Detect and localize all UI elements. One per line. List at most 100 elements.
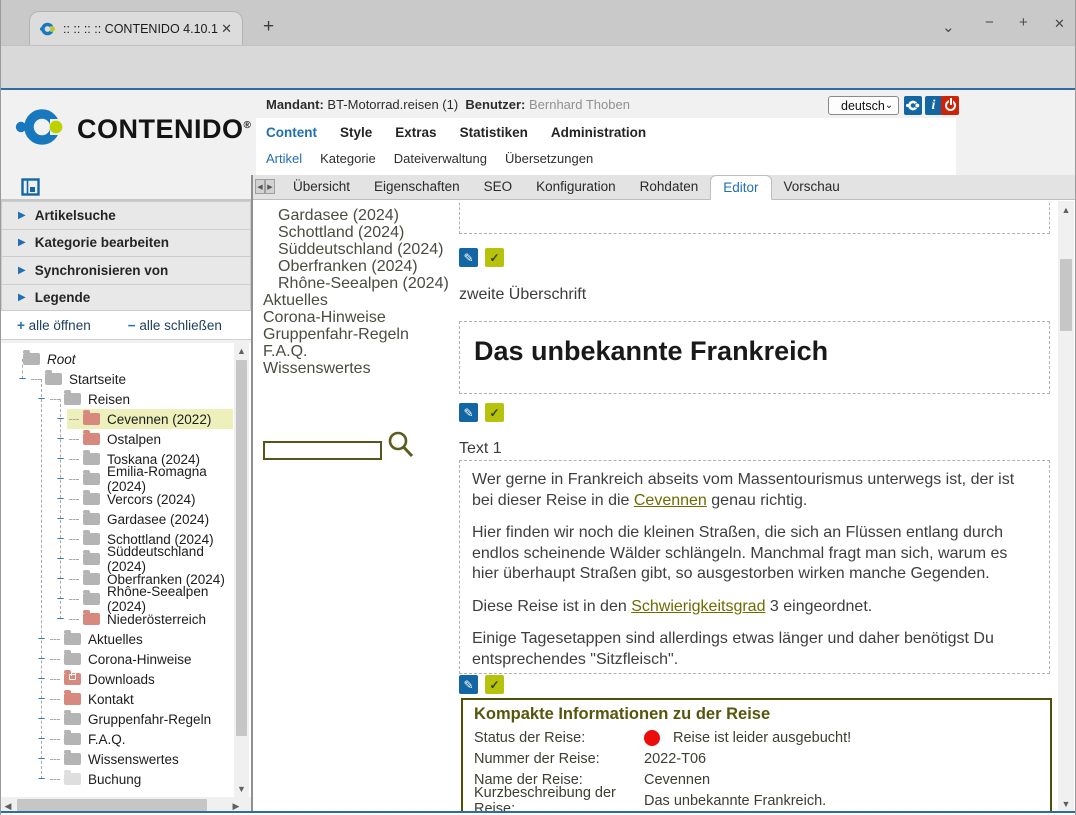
tree-node-label[interactable]: Gruppenfahr-Regeln: [88, 712, 211, 727]
editor-vertical-scrollbar[interactable]: ▲ ▼: [1058, 201, 1074, 813]
page-menu-item[interactable]: F.A.Q.: [263, 343, 453, 360]
page-menu-item[interactable]: Oberfranken (2024): [263, 258, 453, 275]
tree-expander-icon[interactable]: −: [54, 531, 67, 546]
tree-expander-icon[interactable]: −: [54, 451, 67, 466]
sidebar-accordion-item[interactable]: ▶Legende: [1, 284, 251, 312]
sidebar-accordion-item[interactable]: ▶Artikelsuche: [1, 201, 251, 229]
tree-node-label[interactable]: Startseite: [69, 372, 126, 387]
tree-node[interactable]: Reisen: [48, 389, 233, 409]
logout-power-button[interactable]: [941, 96, 959, 115]
tree-expander-icon[interactable]: −: [54, 511, 67, 526]
subnav-item-artikel[interactable]: Artikel: [266, 151, 302, 166]
tree-node-label[interactable]: Wissenswertes: [88, 752, 179, 767]
tree-row[interactable]: −Vercors (2024): [1, 489, 251, 509]
tree-row[interactable]: −Downloads: [1, 669, 251, 689]
tree-node[interactable]: Cevennen (2022): [67, 409, 233, 429]
tree-node-label[interactable]: Ostalpen: [107, 432, 161, 447]
window-close-icon[interactable]: ✕: [1054, 16, 1065, 32]
edit-pencil-button[interactable]: ✎: [459, 675, 478, 694]
tree-row[interactable]: −Buchung: [1, 769, 251, 789]
tab-übersicht[interactable]: Übersicht: [281, 175, 362, 199]
tree-node-label[interactable]: F.A.Q.: [88, 732, 126, 747]
tree-node[interactable]: Downloads: [48, 669, 233, 689]
tree-expander-icon[interactable]: −: [35, 651, 48, 666]
tab-rohdaten[interactable]: Rohdaten: [628, 175, 711, 199]
tree-row[interactable]: −Ostalpen: [1, 429, 251, 449]
save-check-button[interactable]: ✓: [485, 248, 504, 267]
page-menu-item[interactable]: Schottland (2024): [263, 224, 453, 241]
page-menu-item[interactable]: Gardasee (2024): [263, 207, 453, 224]
scrollbar-thumb[interactable]: [1060, 259, 1072, 331]
page-menu-item[interactable]: Rhône-Seealpen (2024): [263, 275, 453, 292]
tree-expander-icon[interactable]: −: [35, 751, 48, 766]
tree-row[interactable]: − Gruppenfahr-Regeln: [1, 709, 251, 729]
tree-node-label[interactable]: Cevennen (2022): [107, 412, 211, 427]
window-maximize-icon[interactable]: +: [1019, 14, 1028, 31]
tree-node[interactable]: Gardasee (2024): [67, 509, 233, 529]
collapse-left-icon[interactable]: ◀: [255, 179, 265, 194]
scroll-up-icon[interactable]: ▲: [234, 346, 249, 356]
nav-item-style[interactable]: Style: [340, 125, 372, 140]
window-minimize-icon[interactable]: −: [985, 14, 994, 31]
tree-row[interactable]: −Aktuelles: [1, 629, 251, 649]
tab-vorschau[interactable]: Vorschau: [772, 175, 852, 199]
inline-link[interactable]: Cevennen: [634, 492, 707, 509]
edit-pencil-button[interactable]: ✎: [459, 403, 478, 422]
page-search-input[interactable]: [263, 441, 382, 460]
new-tab-button[interactable]: +: [263, 16, 274, 38]
tree-node[interactable]: Rhône-Seealpen (2024): [67, 589, 233, 609]
tree-row[interactable]: −Süddeutschland (2024): [1, 549, 251, 569]
tree-expander-icon[interactable]: −: [54, 571, 67, 586]
tab-eigenschaften[interactable]: Eigenschaften: [362, 175, 472, 199]
tree-node[interactable]: Gruppenfahr-Regeln: [48, 709, 233, 729]
tree-node[interactable]: Vercors (2024): [67, 489, 233, 509]
tree-expander-icon[interactable]: −: [54, 611, 67, 626]
browser-tab[interactable]: :: :: :: :: CONTENIDO 4.10.1 https ✕: [29, 11, 243, 45]
nav-item-statistiken[interactable]: Statistiken: [460, 125, 528, 140]
tree-row[interactable]: −Rhône-Seealpen (2024): [1, 589, 251, 609]
tab-seo[interactable]: SEO: [472, 175, 525, 199]
tree-node[interactable]: Corona-Hinweise: [48, 649, 233, 669]
tree-node[interactable]: Emilia-Romagna (2024): [67, 469, 233, 489]
page-menu-item[interactable]: Süddeutschland (2024): [263, 241, 453, 258]
language-select[interactable]: deutsch ⌄: [828, 96, 899, 115]
content-slot-text[interactable]: Wer gerne in Frankreich abseits vom Mass…: [459, 460, 1050, 674]
tree-node[interactable]: Süddeutschland (2024): [67, 549, 233, 569]
tree-node[interactable]: Root: [19, 349, 233, 369]
tab-konfiguration[interactable]: Konfiguration: [524, 175, 628, 199]
tree-node-label[interactable]: Downloads: [88, 672, 155, 687]
tree-row[interactable]: −Startseite: [1, 369, 251, 389]
content-slot-empty[interactable]: [459, 201, 1050, 234]
tree-expander-icon[interactable]: −: [35, 711, 48, 726]
scroll-down-icon[interactable]: ▼: [234, 784, 249, 794]
tree-row[interactable]: −Cevennen (2022): [1, 409, 251, 429]
scroll-down-icon[interactable]: ▼: [1058, 799, 1074, 809]
tree-row[interactable]: −Emilia-Romagna (2024): [1, 469, 251, 489]
tree-node-label[interactable]: Niederösterreich: [107, 612, 206, 627]
tree-node-label[interactable]: Corona-Hinweise: [88, 652, 192, 667]
inline-link[interactable]: Schwierigkeitsgrad: [631, 598, 765, 615]
page-menu-item[interactable]: Corona-Hinweise: [263, 309, 453, 326]
tree-node[interactable]: Ostalpen: [67, 429, 233, 449]
nav-item-extras[interactable]: Extras: [395, 125, 436, 140]
tree-node[interactable]: Kontakt: [48, 689, 233, 709]
frame-layout-icon[interactable]: [21, 178, 40, 196]
tree-node[interactable]: Niederösterreich: [67, 609, 233, 629]
collapse-right-icon[interactable]: ▶: [265, 179, 275, 194]
tree-expander-icon[interactable]: −: [54, 471, 67, 486]
info-button[interactable]: i: [925, 96, 943, 115]
contenido-info-button[interactable]: [904, 96, 922, 115]
tree-expander-icon[interactable]: −: [35, 691, 48, 706]
tree-vertical-scrollbar[interactable]: ▲ ▼: [234, 343, 249, 797]
tree-row[interactable]: − Kontakt: [1, 689, 251, 709]
tree-node[interactable]: Wissenswertes: [48, 749, 233, 769]
tree-node-label[interactable]: Vercors (2024): [107, 492, 196, 507]
subnav-item-kategorie[interactable]: Kategorie: [320, 151, 376, 166]
tree-node-label[interactable]: Gardasee (2024): [107, 512, 209, 527]
subnav-item-dateiverwaltung[interactable]: Dateiverwaltung: [394, 151, 487, 166]
tree-node-label[interactable]: Kontakt: [88, 692, 134, 707]
scrollbar-thumb[interactable]: [17, 799, 207, 811]
page-menu-item[interactable]: Wissenswertes: [263, 360, 453, 377]
tree-row[interactable]: −F.A.Q.: [1, 729, 251, 749]
tree-expander-icon[interactable]: −: [54, 591, 67, 606]
